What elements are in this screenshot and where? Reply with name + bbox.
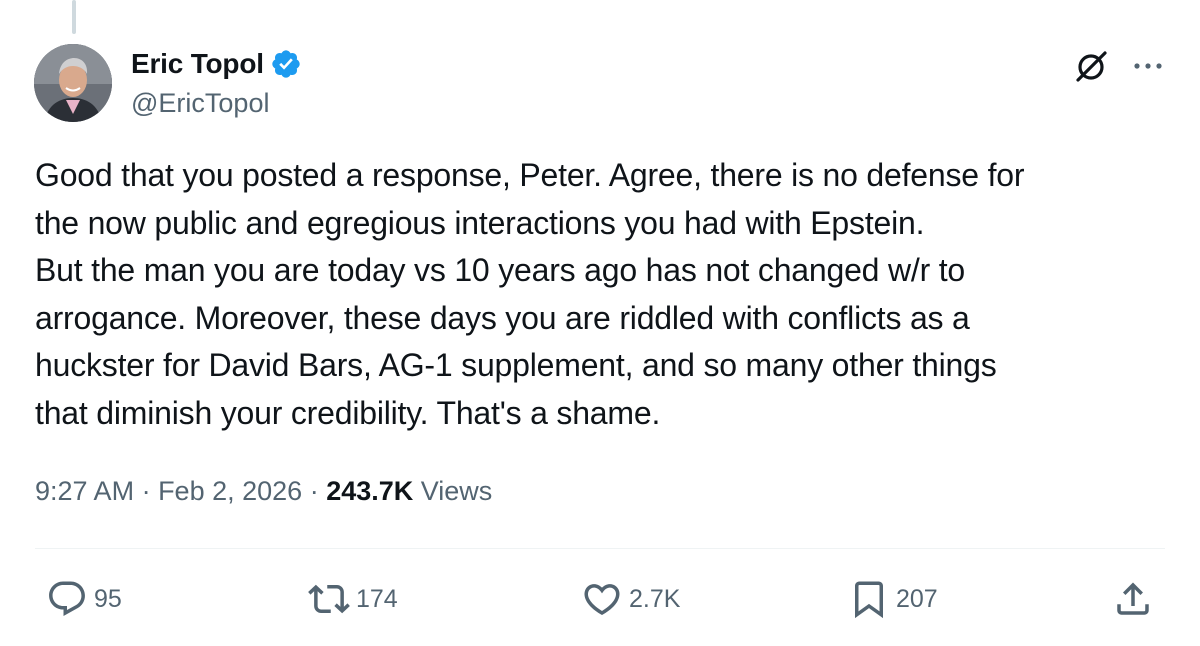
avatar[interactable]: [34, 44, 112, 122]
divider: [35, 548, 1165, 549]
reply-icon: [49, 581, 85, 616]
views-label: Views: [413, 476, 493, 506]
reply-button[interactable]: 95: [46, 576, 122, 622]
grok-icon[interactable]: [1074, 48, 1110, 84]
reply-count: 95: [94, 584, 122, 613]
author-display-name[interactable]: Eric Topol: [131, 48, 264, 80]
meta-separator: ·: [302, 476, 327, 506]
tweet-date[interactable]: Feb 2, 2026: [158, 476, 302, 506]
more-icon[interactable]: [1131, 52, 1165, 80]
repost-button[interactable]: 174: [308, 576, 398, 622]
like-icon: [584, 584, 620, 616]
verified-badge-icon[interactable]: [270, 48, 302, 80]
views-count[interactable]: 243.7K: [326, 476, 413, 506]
tweet-text: Good that you posted a response, Peter. …: [35, 157, 1025, 431]
repost-count: 174: [356, 584, 398, 613]
like-count: 2.7K: [629, 584, 681, 613]
meta-separator: ·: [134, 476, 159, 506]
author-handle[interactable]: @EricTopol: [131, 88, 269, 119]
thread-connector-line: [72, 0, 76, 34]
share-button[interactable]: [1112, 576, 1154, 622]
author-name-row: Eric Topol: [131, 48, 302, 80]
bookmark-button[interactable]: 207: [848, 576, 938, 622]
repost-icon: [308, 584, 350, 614]
tweet-meta: 9:27 AM · Feb 2, 2026 · 243.7K Views: [35, 476, 492, 507]
tweet-time[interactable]: 9:27 AM: [35, 476, 134, 506]
bookmark-count: 207: [896, 584, 938, 613]
share-icon: [1117, 582, 1149, 615]
like-button[interactable]: 2.7K: [581, 576, 680, 622]
avatar-image: [34, 44, 112, 122]
bookmark-icon: [855, 581, 883, 619]
